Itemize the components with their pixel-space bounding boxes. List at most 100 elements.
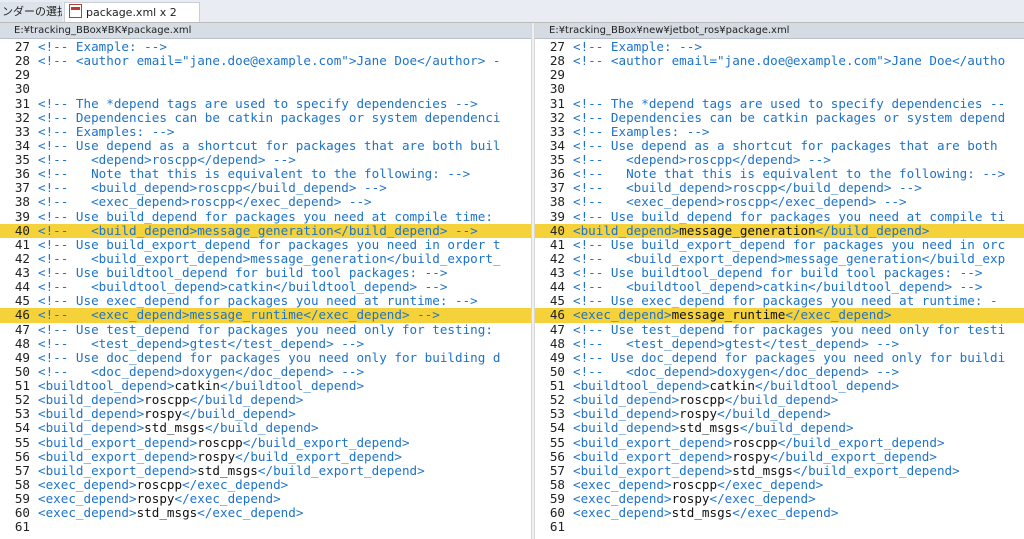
code-line[interactable]: 27 <!-- Example: --> xyxy=(535,39,1024,54)
code-line[interactable]: 48 <!-- <test_depend>gtest</test_depend> … xyxy=(0,336,531,351)
code-line[interactable]: 31 <!-- The *depend tags are used to spec… xyxy=(0,96,531,111)
code-line[interactable]: 55 <build_export_depend>roscpp</build_exp… xyxy=(0,434,531,450)
code-line[interactable]: 52 <build_depend>roscpp</build_depend> xyxy=(0,392,531,407)
code-line[interactable]: 48 <!-- <test_depend>gtest</test_depend> … xyxy=(535,335,1024,351)
code-line[interactable]: 51 <buildtool_depend>catkin</buildtool_de… xyxy=(0,378,531,393)
line-text: <!-- <build_export_depend>message_genera… xyxy=(38,250,501,266)
right-file-pane[interactable]: E:¥tracking_BBox¥new¥jetbot_ros¥package.… xyxy=(535,23,1024,539)
code-line[interactable]: 50 <!-- <doc_depend>doxygen</doc_depend> … xyxy=(0,364,531,379)
line-number: 55 xyxy=(549,434,565,450)
code-line[interactable]: 49 <!-- Use doc_depend for packages you n… xyxy=(0,350,531,365)
code-line[interactable]: 59 <exec_depend>rospy</exec_depend> xyxy=(535,491,1024,506)
code-line[interactable]: 35 <!-- <depend>roscpp</depend> --> xyxy=(535,152,1024,167)
code-line[interactable]: 34 <!-- Use depend as a shortcut for pack… xyxy=(535,138,1024,153)
line-text: <!-- Use build_depend for packages you n… xyxy=(573,208,1006,224)
line-number: 55 xyxy=(14,434,30,450)
code-line[interactable]: 27 <!-- Example: --> xyxy=(0,39,531,54)
code-line[interactable]: 54 <build_depend>std_msgs</build_depend> xyxy=(535,421,1024,435)
code-line[interactable]: 56 <build_export_depend>rospy</build_expo… xyxy=(0,448,531,464)
code-line[interactable]: 37 <!-- <build_depend>roscpp</build_depen… xyxy=(0,181,531,195)
code-line[interactable]: 56 <build_export_depend>rospy</build_expo… xyxy=(535,449,1024,464)
diff-highlight-line[interactable]: 46 <exec_depend>message_runtime</exec_dep… xyxy=(535,308,1024,323)
code-line[interactable]: 61 xyxy=(0,520,531,534)
right-code-view[interactable]: 27 <!-- Example: --> 28 <!-- <author email=… xyxy=(535,39,1024,534)
code-line[interactable]: 47 <!-- Use test_depend for packages you … xyxy=(535,322,1024,337)
code-line[interactable]: 58 <exec_depend>roscpp</exec_depend> xyxy=(0,477,531,492)
code-line[interactable]: 43 <!-- Use buildtool_depend for build to… xyxy=(0,265,531,280)
code-line[interactable]: 44 <!-- <buildtool_depend>catkin</buildto… xyxy=(535,279,1024,295)
left-file-pane[interactable]: E:¥tracking_BBox¥BK¥package.xml 27 <!-- E… xyxy=(0,23,531,539)
code-line[interactable]: 36 <!-- Note that this is equivalent to t… xyxy=(535,166,1024,182)
line-number: 58 xyxy=(549,476,565,492)
code-line[interactable]: 28 <!-- <author email="jane.doe@example.c… xyxy=(535,53,1024,69)
diff-highlight-line[interactable]: 46 <!-- <exec_depend>message_runtime</exe… xyxy=(0,308,531,323)
left-code-view[interactable]: 27 <!-- Example: --> 28 <!-- <author email=… xyxy=(0,39,531,534)
line-text: <exec_depend>std_msgs</exec_depend> xyxy=(38,505,304,521)
file-compare-icon xyxy=(69,4,82,18)
code-line[interactable]: 58 <exec_depend>roscpp</exec_depend> xyxy=(535,476,1024,492)
code-line[interactable]: 45 <!-- Use exec_depend for packages you … xyxy=(535,294,1024,308)
line-number: 42 xyxy=(14,250,30,266)
code-line[interactable]: 38 <!-- <exec_depend>roscpp</exec_depend>… xyxy=(0,195,531,209)
code-line[interactable]: 36 <!-- Note that this is equivalent to t… xyxy=(0,166,531,181)
line-text: <!-- <author email="jane.doe@example.com… xyxy=(573,53,1006,69)
line-text: <!-- Use build_depend for packages you n… xyxy=(38,208,501,224)
code-line[interactable]: 35 <!-- <depend>roscpp</depend> --> xyxy=(0,152,531,167)
code-line[interactable]: 61 xyxy=(535,520,1024,534)
line-number: 35 xyxy=(549,152,565,167)
code-line[interactable]: 53 <build_depend>rospy</build_depend> xyxy=(535,407,1024,421)
code-line[interactable]: 57 <build_export_depend>std_msgs</build_e… xyxy=(535,462,1024,478)
code-line[interactable]: 33 <!-- Examples: --> xyxy=(0,123,531,139)
tab-package-xml-compare[interactable]: package.xml x 2 xyxy=(64,2,200,23)
code-line[interactable]: 28 <!-- <author email="jane.doe@example.c… xyxy=(0,53,531,68)
code-line[interactable]: 50 <!-- <doc_depend>doxygen</doc_depend> … xyxy=(535,364,1024,379)
code-line[interactable]: 30 xyxy=(0,82,531,96)
code-line[interactable]: 41 <!-- Use build_export_depend for packa… xyxy=(535,236,1024,252)
diff-highlight-line[interactable]: 40 <!-- <build_depend>message_generation<… xyxy=(0,223,531,238)
code-line[interactable]: 29 xyxy=(535,68,1024,82)
code-line[interactable]: 32 <!-- Dependencies can be catkin packag… xyxy=(535,110,1024,125)
code-line[interactable]: 60 <exec_depend>std_msgs</exec_depend> xyxy=(535,505,1024,520)
line-number: 47 xyxy=(14,321,30,337)
line-text: <!-- Note that this is equivalent to the… xyxy=(573,166,1006,182)
code-line[interactable]: 51 <buildtool_depend>catkin</buildtool_de… xyxy=(535,378,1024,393)
code-line[interactable]: 59 <exec_depend>rospy</exec_depend> xyxy=(0,491,531,506)
code-line[interactable]: 60 <exec_depend>std_msgs</exec_depend> xyxy=(0,505,531,521)
code-line[interactable]: 33 <!-- Examples: --> xyxy=(535,123,1024,139)
code-line[interactable]: 44 <!-- <buildtool_depend>catkin</buildto… xyxy=(0,279,531,295)
code-line[interactable]: 39 <!-- Use build_depend for packages you… xyxy=(0,208,531,224)
line-number: 45 xyxy=(549,293,565,309)
code-line[interactable]: 38 <!-- <exec_depend>roscpp</exec_depend>… xyxy=(535,195,1024,209)
code-line[interactable]: 52 <build_depend>roscpp</build_depend> xyxy=(535,392,1024,407)
code-line[interactable]: 45 <!-- Use exec_depend for packages you … xyxy=(0,294,531,308)
line-text: <!-- Examples: --> xyxy=(573,123,710,139)
code-line[interactable]: 29 xyxy=(0,68,531,82)
code-line[interactable]: 54 <build_depend>std_msgs</build_depend> xyxy=(0,421,531,435)
code-line[interactable]: 43 <!-- Use buildtool_depend for build to… xyxy=(535,265,1024,280)
line-text: <build_export_depend>std_msgs</build_exp… xyxy=(573,462,960,478)
code-line[interactable]: 31 <!-- The *depend tags are used to spec… xyxy=(535,96,1024,111)
diff-highlight-line[interactable]: 40 <build_depend>message_generation</buil… xyxy=(535,223,1024,238)
tab-folder-selection[interactable]: ンダーの選択... xyxy=(0,2,62,22)
code-line[interactable]: 47 <!-- Use test_depend for packages you … xyxy=(0,321,531,337)
line-number: 45 xyxy=(14,293,30,309)
code-line[interactable]: 41 <!-- Use build_export_depend for packa… xyxy=(0,237,531,252)
line-text: <!-- <test_depend>gtest</test_depend> --… xyxy=(573,335,900,351)
code-line[interactable]: 55 <build_export_depend>roscpp</build_exp… xyxy=(535,434,1024,450)
code-line[interactable]: 49 <!-- Use doc_depend for packages you n… xyxy=(535,350,1024,365)
code-line[interactable]: 42 <!-- <build_export_depend>message_gene… xyxy=(535,251,1024,266)
code-line[interactable]: 57 <build_export_depend>std_msgs</build_e… xyxy=(0,463,531,478)
code-line[interactable]: 37 <!-- <build_depend>roscpp</build_depen… xyxy=(535,181,1024,195)
code-line[interactable]: 39 <!-- Use build_depend for packages you… xyxy=(535,208,1024,224)
code-line[interactable]: 53 <build_depend>rospy</build_depend> xyxy=(0,407,531,421)
line-number: 44 xyxy=(14,279,30,295)
line-text: <!-- Use build_export_depend for package… xyxy=(573,236,1006,252)
code-line[interactable]: 30 xyxy=(535,82,1024,96)
code-line[interactable]: 34 <!-- Use depend as a shortcut for pack… xyxy=(0,138,531,153)
code-line[interactable]: 32 <!-- Dependencies can be catkin packag… xyxy=(0,110,531,125)
code-line[interactable]: 42 <!-- <build_export_depend>message_gene… xyxy=(0,250,531,266)
line-text: <!-- <buildtool_depend>catkin</buildtool… xyxy=(573,279,983,295)
line-text: <!-- Example: --> xyxy=(38,39,167,54)
line-text: <!-- Examples: --> xyxy=(38,123,175,139)
line-text: <build_export_depend>rospy</build_export… xyxy=(38,448,402,464)
